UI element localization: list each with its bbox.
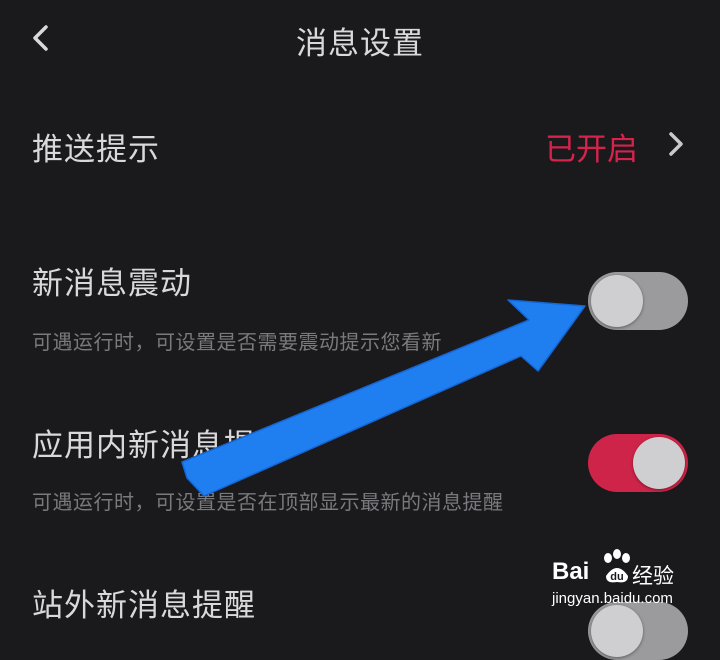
push-status: 已开启 [545, 132, 638, 168]
paw-logo-icon: du [604, 549, 630, 583]
watermark-url: jingyan.baidu.com [552, 590, 673, 607]
push-label: 推送提示 [32, 132, 160, 168]
toggle-knob [633, 437, 685, 489]
watermark-brand-cn: 经验 [632, 564, 674, 588]
svg-text:du: du [610, 571, 623, 583]
vibrate-description: 可遇运行时，可设置是否需要震动提示您看新 [32, 330, 442, 354]
page-title: 消息设置 [296, 26, 424, 62]
vibrate-label: 新消息震动 [32, 266, 192, 302]
vibrate-toggle[interactable] [588, 272, 688, 330]
chevron-right-icon [669, 132, 683, 156]
external-label: 站外新消息提醒 [32, 588, 256, 624]
in-app-label: 应用内新消息提醒 [32, 428, 288, 464]
in-app-toggle[interactable] [588, 434, 688, 492]
top-bar: 消息设置 [0, 0, 720, 78]
in-app-description: 可遇运行时，可设置是否在顶部显示最新的消息提醒 [32, 490, 504, 514]
toggle-knob [591, 275, 643, 327]
watermark-brand: Bai [552, 558, 590, 585]
